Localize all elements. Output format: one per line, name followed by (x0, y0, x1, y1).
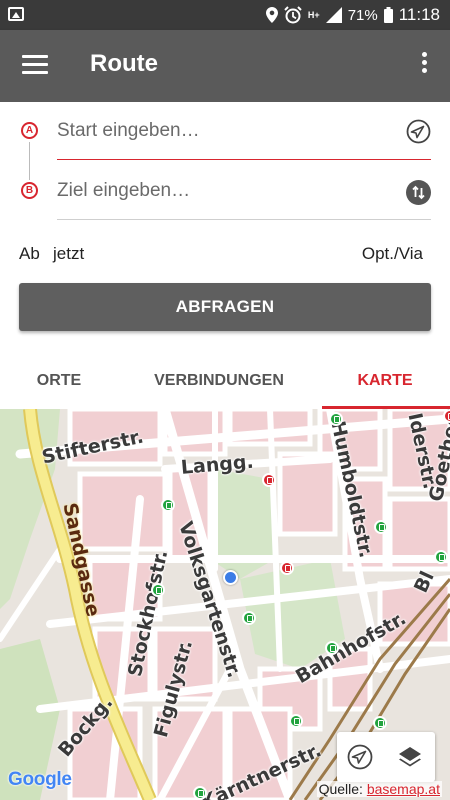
location-icon (265, 7, 278, 23)
bus-stop-icon[interactable] (434, 550, 448, 564)
page-title: Route (90, 50, 158, 77)
destination-input[interactable] (57, 162, 431, 220)
bus-stop-icon[interactable] (373, 716, 387, 730)
marker-connector (29, 142, 30, 180)
status-icons: H+ 71% 11:18 (265, 0, 440, 30)
app-bar: Route (0, 30, 450, 102)
tab-bar: ORTE VERBINDUNGEN KARTE (0, 360, 450, 409)
map-view[interactable]: Stifterstr. Langg. Humboldtstr. Sandgass… (0, 409, 450, 800)
query-button[interactable]: ABFRAGEN (19, 283, 431, 331)
attribution-link[interactable]: basemap.at (367, 781, 440, 797)
bus-stop-icon[interactable] (193, 786, 207, 800)
navigation-arrow-icon[interactable] (406, 119, 431, 144)
tram-stop-icon[interactable] (443, 409, 450, 423)
options-via-link[interactable]: Opt./Via (362, 244, 423, 264)
tram-stop-icon[interactable] (262, 473, 276, 487)
current-location-marker (223, 570, 238, 585)
google-wordmark: Google (8, 769, 72, 790)
map-attribution: Quelle: basemap.at (316, 781, 442, 797)
departure-label: Ab (19, 244, 40, 263)
departure-time[interactable]: jetzt (53, 244, 84, 264)
bus-stop-icon[interactable] (161, 498, 175, 512)
attribution-prefix: Quelle: (318, 781, 363, 797)
network-type: H+ (307, 9, 320, 20)
google-logo: Google (8, 769, 72, 791)
signal-icon (325, 7, 342, 23)
swap-vertical-icon[interactable] (406, 180, 431, 205)
start-marker: A (21, 122, 38, 139)
destination-marker: B (21, 182, 38, 199)
tab-karte[interactable]: KARTE (320, 360, 450, 409)
more-vert-icon[interactable] (420, 52, 428, 78)
bus-stop-icon[interactable] (329, 412, 343, 426)
battery-level: 71% (347, 6, 378, 24)
bus-stop-icon[interactable] (242, 611, 256, 625)
bus-stop-icon[interactable] (289, 714, 303, 728)
status-bar: H+ 71% 11:18 (0, 0, 450, 30)
bus-stop-icon[interactable] (151, 583, 165, 597)
route-form: A B Ab jetzt Opt./Via ABFRAGEN (0, 102, 450, 360)
bus-stop-icon[interactable] (374, 520, 388, 534)
tab-orte[interactable]: ORTE (0, 360, 118, 409)
tram-stop-icon[interactable] (280, 561, 294, 575)
map-controls (337, 732, 435, 782)
battery-icon (383, 7, 393, 23)
tab-verbindungen[interactable]: VERBINDUNGEN (118, 360, 320, 409)
bus-stop-icon[interactable] (325, 641, 339, 655)
layers-icon[interactable] (397, 744, 423, 770)
gallery-icon (8, 7, 24, 21)
alarm-icon (284, 6, 302, 24)
clock: 11:18 (398, 5, 440, 24)
start-input[interactable] (57, 102, 431, 160)
hamburger-menu-icon[interactable] (22, 55, 48, 75)
my-location-icon[interactable] (347, 744, 373, 770)
